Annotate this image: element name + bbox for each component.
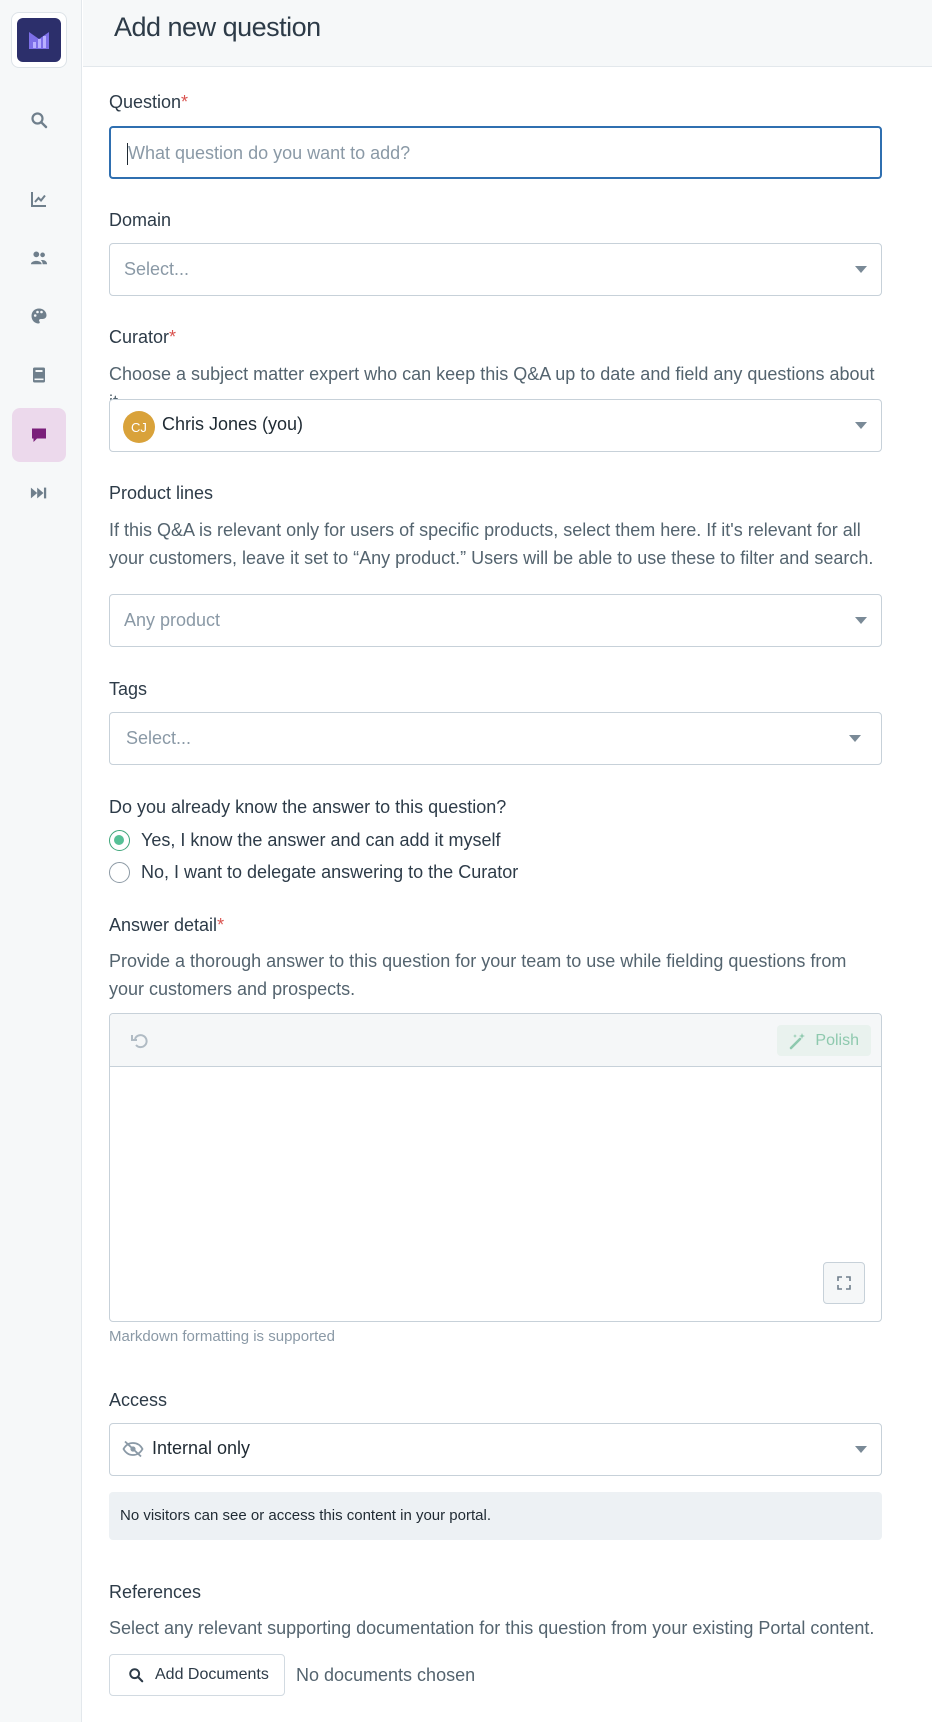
radio-button[interactable] [109, 861, 130, 883]
curator-select[interactable]: CJ Chris Jones (you) [109, 399, 882, 452]
curator-label: Curator* [109, 327, 177, 347]
chart-icon [31, 192, 46, 207]
know-answer-label: Do you already know the answer to this q… [109, 797, 507, 817]
search-icon [31, 112, 48, 129]
add-documents-button[interactable]: Add Documents [109, 1654, 285, 1696]
eye-off-icon [122, 1440, 144, 1463]
nav-users[interactable] [12, 231, 66, 285]
chevron-down-icon [849, 735, 861, 742]
avatar: CJ [123, 411, 155, 443]
polish-button[interactable]: Polish [777, 1025, 871, 1056]
radio-know-answer-no[interactable]: No, I want to delegate answering to the … [109, 859, 518, 885]
add-documents-label: Add Documents [155, 1666, 269, 1683]
references-label: References [109, 1582, 202, 1602]
chat-icon [32, 428, 46, 442]
page-title: Add new question [114, 12, 321, 42]
book-icon [33, 367, 45, 383]
tags-placeholder: Select... [126, 728, 192, 748]
page-header: Add new question [83, 0, 932, 67]
question-label: Question* [109, 92, 189, 112]
radio-know-answer-yes[interactable]: Yes, I know the answer and can add it my… [109, 827, 501, 853]
product-lines-label: Product lines [109, 483, 214, 503]
radio-label: No, I want to delegate answering to the … [141, 861, 519, 882]
nav-skip[interactable] [12, 466, 66, 520]
domain-select[interactable]: Select... [109, 243, 882, 296]
nav-search[interactable] [12, 93, 66, 147]
domain-label: Domain [109, 210, 172, 230]
references-help: Select any relevant supporting documenta… [109, 1618, 875, 1638]
product-lines-select[interactable]: Any product [109, 594, 882, 647]
app-logo[interactable] [11, 12, 67, 68]
access-info-banner: No visitors can see or access this conte… [109, 1492, 882, 1540]
fast-forward-icon [30, 487, 47, 499]
answer-detail-label: Answer detail* [109, 915, 225, 935]
magic-wand-icon [790, 1032, 806, 1049]
nav-questions[interactable] [12, 408, 66, 462]
chevron-down-icon [855, 1446, 867, 1453]
radio-label: Yes, I know the answer and can add it my… [141, 829, 501, 850]
users-icon [30, 251, 48, 265]
polish-label: Polish [815, 1031, 859, 1049]
answer-detail-help: Provide a thorough answer to this questi… [109, 951, 847, 999]
chevron-down-icon [855, 422, 867, 429]
access-value: Internal only [152, 1438, 251, 1458]
domain-placeholder: Select... [124, 259, 190, 279]
nav-library[interactable] [12, 348, 66, 402]
product-lines-help: If this Q&A is relevant only for users o… [109, 520, 874, 568]
curator-value: Chris Jones (you) [162, 414, 304, 434]
expand-icon[interactable] [823, 1262, 865, 1304]
markdown-note: Markdown formatting is supported [109, 1328, 335, 1345]
sidebar [0, 0, 82, 1722]
logo-icon [17, 18, 61, 62]
editor-toolbar: Polish [110, 1014, 881, 1067]
chevron-down-icon [855, 617, 867, 624]
radio-button[interactable] [109, 829, 130, 851]
tags-select[interactable]: Select... [109, 712, 882, 765]
question-input[interactable]: What question do you want to add? [109, 126, 882, 179]
undo-icon[interactable] [130, 1031, 150, 1056]
answer-editor[interactable]: Polish [109, 1013, 882, 1322]
question-placeholder: What question do you want to add? [128, 143, 411, 163]
nav-analytics[interactable] [12, 172, 66, 226]
search-icon [129, 1668, 144, 1683]
access-select[interactable]: Internal only [109, 1423, 882, 1476]
chevron-down-icon [855, 266, 867, 273]
no-documents-text: No documents chosen [296, 1665, 476, 1685]
palette-icon [31, 308, 47, 324]
nav-branding[interactable] [12, 289, 66, 343]
tags-label: Tags [109, 679, 148, 699]
access-label: Access [109, 1390, 168, 1410]
product-lines-placeholder: Any product [124, 610, 221, 630]
